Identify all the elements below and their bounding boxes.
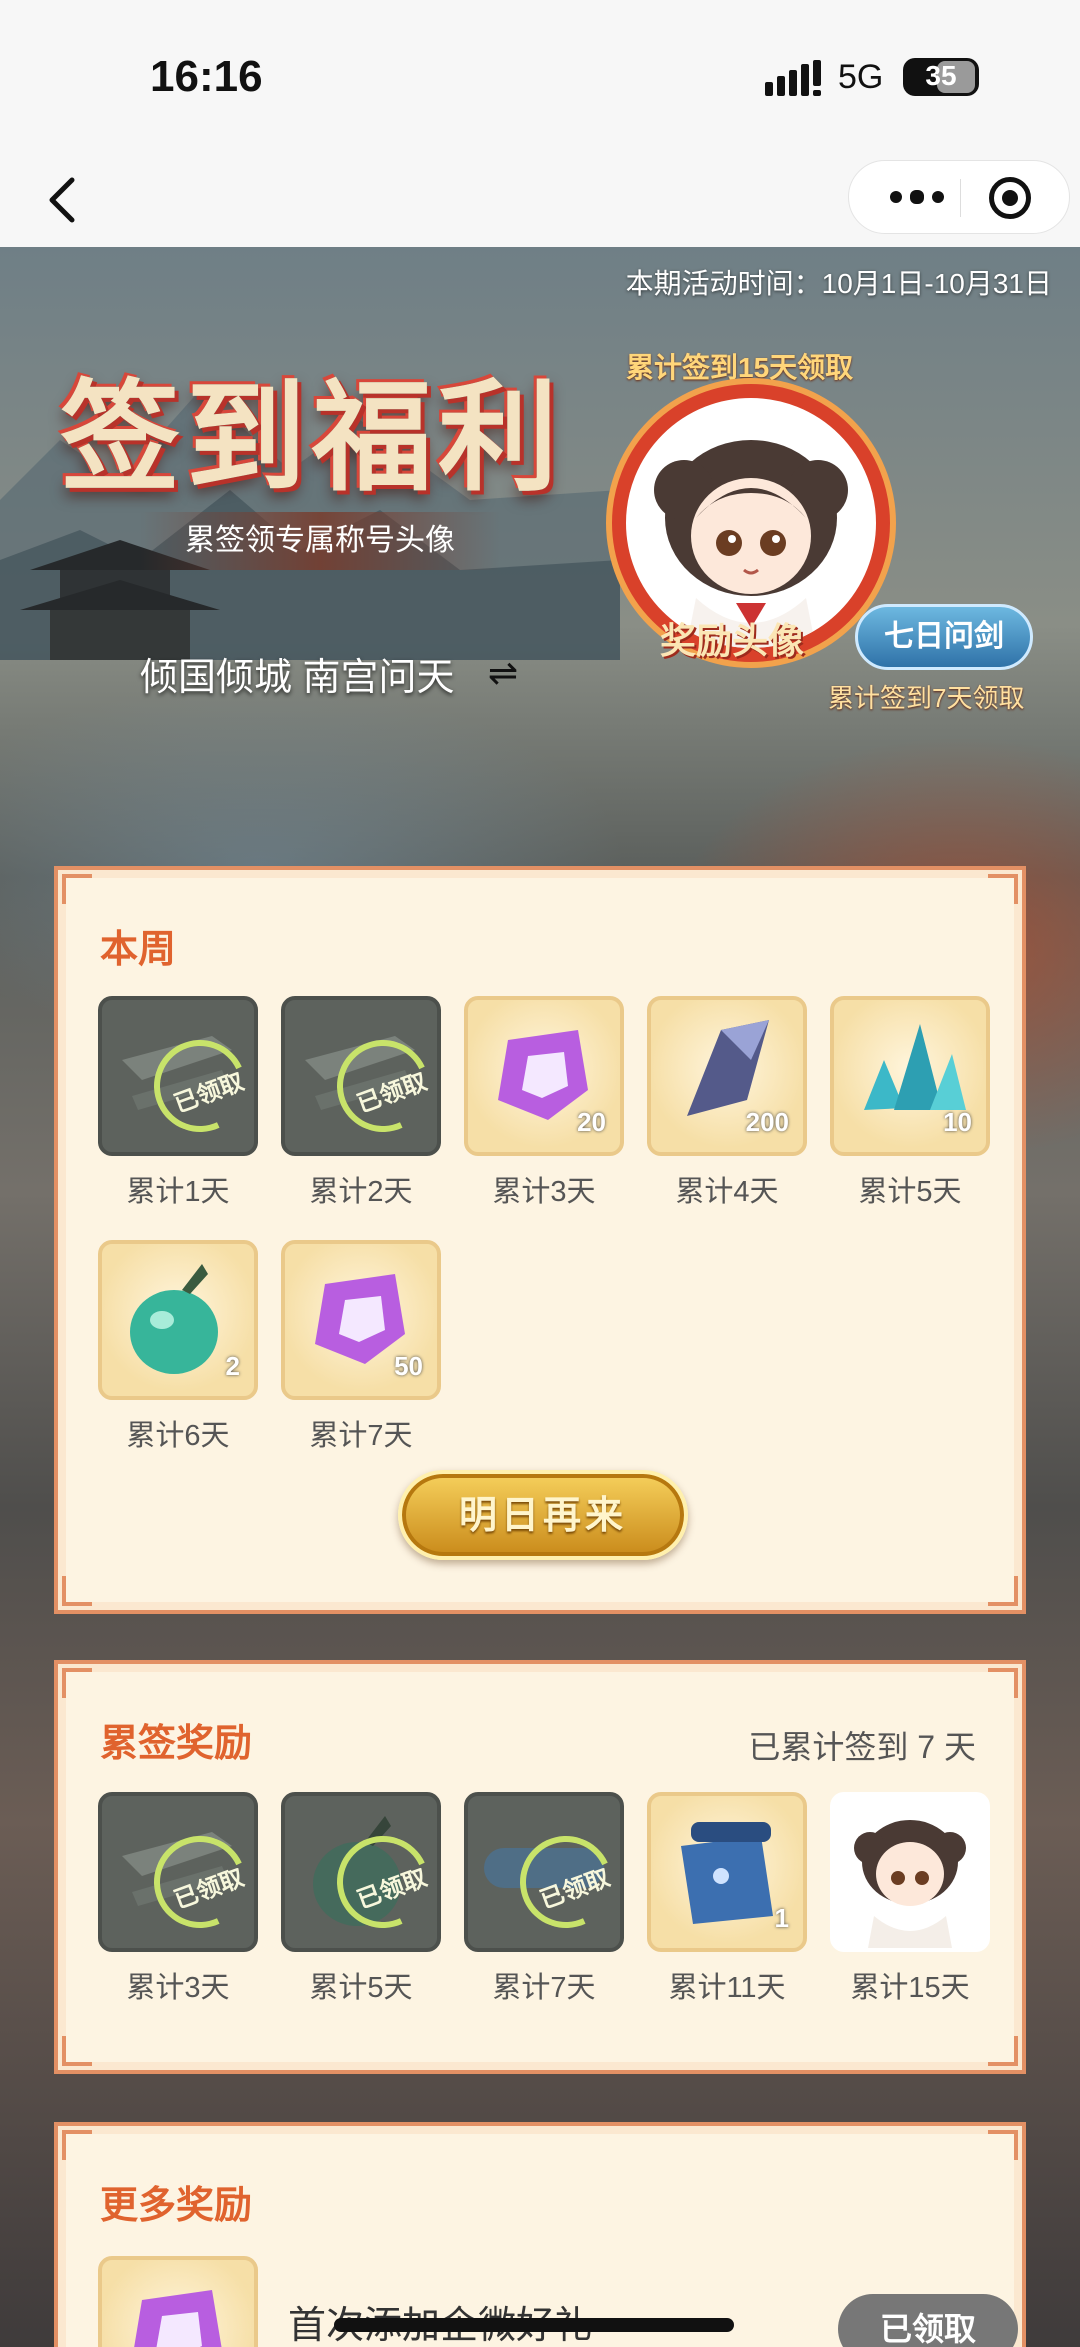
back-icon[interactable] <box>40 170 90 230</box>
reward-tile: 已领取 <box>98 996 258 1156</box>
weekly-reward-grid: 已领取 累计1天 已领取 累计2天 20 累计3天 200 累计4天 10 累计… <box>98 996 1028 1454</box>
come-back-tomorrow-label: 明日再来 <box>458 1492 627 1537</box>
more-dot-icon <box>932 191 944 203</box>
come-back-tomorrow-button[interactable]: 明日再来 <box>398 1470 688 1560</box>
title-reward-badge[interactable]: 七日问剑 <box>855 604 1033 670</box>
reward-quantity: 200 <box>745 1107 789 1137</box>
page-subtitle: 累签领专属称号头像 <box>140 512 500 570</box>
battery-icon: 35 <box>903 58 979 96</box>
home-indicator[interactable] <box>334 2318 734 2332</box>
reward-cell[interactable]: 50 累计7天 <box>281 1240 441 1454</box>
day-label: 累计2天 <box>309 1176 413 1208</box>
day-label: 累计5天 <box>858 1176 962 1208</box>
checkin-count: 已累计签到 7 天 <box>748 1729 976 1765</box>
day-label: 累计1天 <box>126 1176 230 1208</box>
more-reward-item <box>98 2256 258 2347</box>
avatar-character-icon <box>654 440 848 648</box>
title-reward-tip: 累计签到7天领取 <box>828 683 1025 713</box>
battery-level: 35 <box>925 60 957 91</box>
reward-cell[interactable]: 累计15天 <box>830 1792 990 2006</box>
more-button[interactable] <box>875 161 959 233</box>
reward-cell[interactable]: 20 累计3天 <box>464 996 624 1210</box>
user-nickname: 倾国倾城 南宫问天 <box>140 657 455 699</box>
more-dot-icon <box>890 191 902 203</box>
reward-quantity: 10 <box>943 1107 972 1137</box>
switch-account-icon[interactable]: ⇌ <box>488 652 518 694</box>
reward-cell[interactable]: 已领取 累计7天 <box>464 1792 624 2006</box>
reward-quantity: 50 <box>394 1351 423 1381</box>
reward-tile: 20 <box>464 996 624 1156</box>
reward-quantity: 20 <box>577 1107 606 1137</box>
status-time: 16:16 <box>150 52 263 101</box>
avatar-icon <box>854 1820 966 1948</box>
reward-tile: 已领取 <box>281 996 441 1156</box>
more-dot-icon <box>910 190 924 204</box>
reward-tile: 已领取 <box>464 1792 624 1952</box>
activity-period: 本期活动时间：10月1日-10月31日 <box>625 268 1052 299</box>
purple-gem-icon <box>134 2290 222 2347</box>
more-rewards-card: 更多奖励 首次添加企微好礼 已领取 <box>54 2122 1026 2347</box>
reward-cell[interactable]: 已领取 累计1天 <box>98 996 258 1210</box>
capsule-divider <box>960 179 961 217</box>
weekly-title: 本周 <box>100 929 177 971</box>
network-label: 5G <box>838 58 884 96</box>
cumulative-reward-card: 累签奖励 已累计签到 7 天 已领取 累计3天 已领取 累计5天 已领取 累计7… <box>54 1660 1026 2074</box>
cumulative-reward-grid: 已领取 累计3天 已领取 累计5天 已领取 累计7天 1 累计11天 累计15天 <box>98 1792 1028 2006</box>
reward-tile: 200 <box>647 996 807 1156</box>
reward-cell[interactable]: 200 累计4天 <box>647 996 807 1210</box>
day-label: 累计3天 <box>492 1176 596 1208</box>
day-label: 累计5天 <box>309 1972 413 2004</box>
day-label: 累计6天 <box>126 1420 230 1452</box>
day-label: 累计11天 <box>668 1972 786 2004</box>
miniprogram-capsule <box>848 160 1070 234</box>
reward-cell[interactable]: 1 累计11天 <box>647 1792 807 2006</box>
weekly-checkin-card: 本周 已领取 累计1天 已领取 累计2天 20 累计3天 200 累计4天 10… <box>54 866 1026 1614</box>
cumulative-title: 累签奖励 <box>100 1723 253 1765</box>
day-label: 累计7天 <box>309 1420 413 1452</box>
day-label: 累计4天 <box>675 1176 779 1208</box>
close-miniprogram-icon[interactable] <box>989 177 1031 219</box>
reward-cell[interactable]: 已领取 累计5天 <box>281 1792 441 2006</box>
reward-cell[interactable]: 2 累计6天 <box>98 1240 258 1454</box>
page-title: 签到福利 <box>60 367 564 508</box>
day-label: 累计15天 <box>850 1972 970 2004</box>
reward-quantity: 2 <box>225 1351 240 1381</box>
reward-tile <box>830 1792 990 1952</box>
avatar-reward-label: 奖励头像 <box>660 620 805 662</box>
reward-quantity: 1 <box>774 1903 789 1933</box>
reward-cell[interactable]: 10 累计5天 <box>830 996 990 1210</box>
more-reward-claimed-button[interactable]: 已领取 <box>838 2294 1018 2347</box>
reward-tile: 50 <box>281 1240 441 1400</box>
reward-cell[interactable]: 已领取 累计2天 <box>281 996 441 1210</box>
reward-cell[interactable]: 已领取 累计3天 <box>98 1792 258 2006</box>
day-label: 累计3天 <box>126 1972 230 2004</box>
signal-icon <box>765 60 821 96</box>
reward-tile: 1 <box>647 1792 807 1952</box>
avatar-reward-tip: 累计签到15天领取 <box>626 352 854 383</box>
status-bar: 16:16 5G 35 <box>0 0 1080 150</box>
day-label: 累计7天 <box>492 1972 596 2004</box>
reward-tile: 2 <box>98 1240 258 1400</box>
reward-tile: 已领取 <box>281 1792 441 1952</box>
more-rewards-title: 更多奖励 <box>100 2185 253 2227</box>
reward-tile: 10 <box>830 996 990 1156</box>
reward-tile: 已领取 <box>98 1792 258 1952</box>
nav-bar <box>0 150 1080 247</box>
reward-tile <box>98 2256 258 2347</box>
